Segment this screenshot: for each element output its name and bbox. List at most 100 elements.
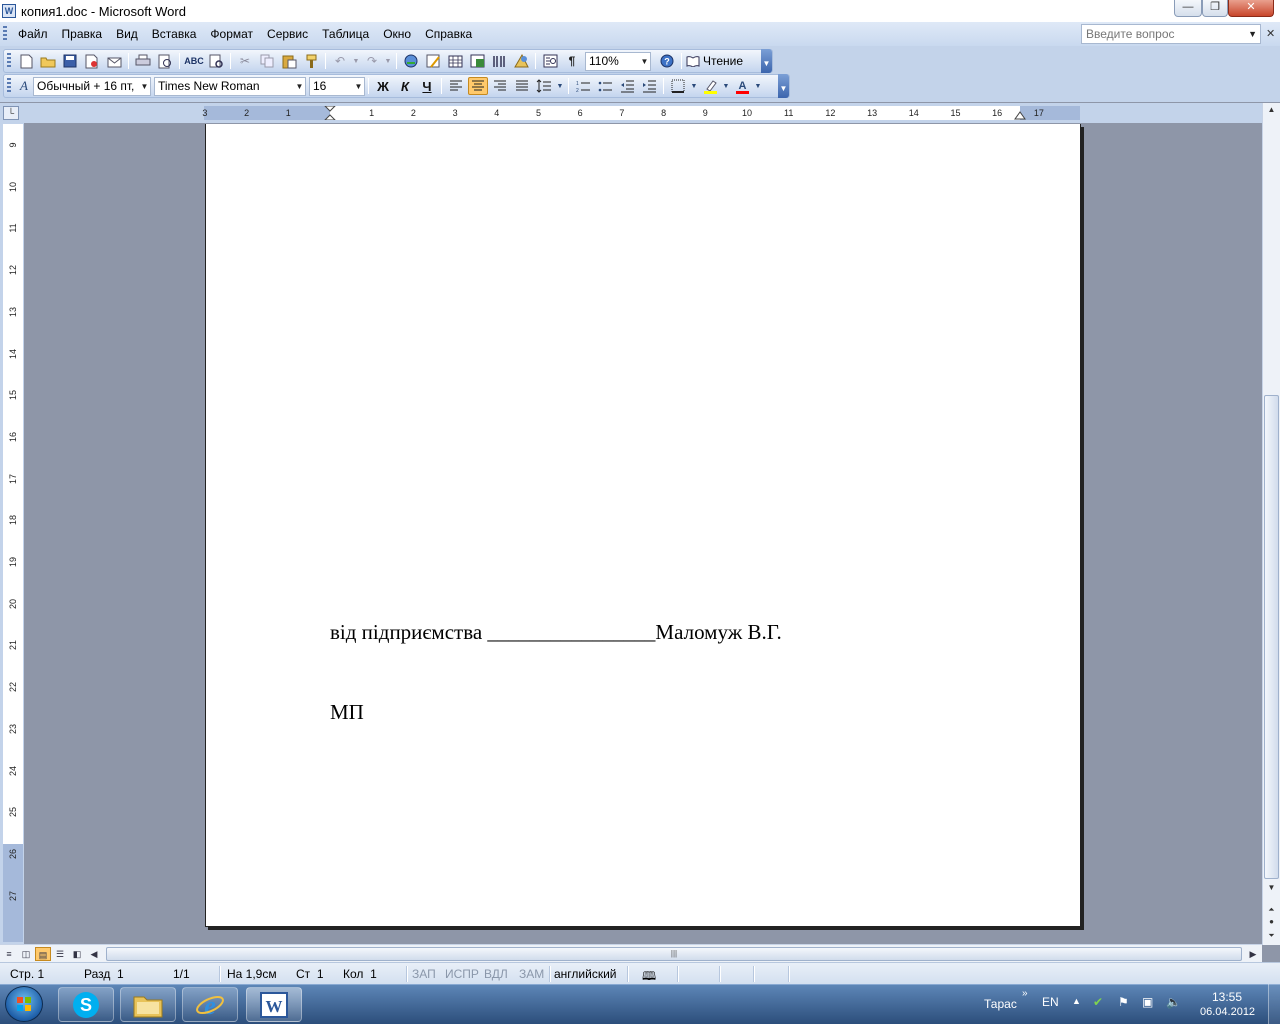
vertical-scrollbar[interactable]: ▲ ▼ ⏶ ● ⏷ bbox=[1262, 103, 1280, 945]
increase-indent-icon[interactable] bbox=[639, 77, 659, 95]
drawing-icon[interactable] bbox=[511, 52, 531, 70]
document-map-icon[interactable] bbox=[540, 52, 560, 70]
bold-button[interactable]: Ж bbox=[373, 77, 393, 95]
action-center-flag-icon[interactable]: ⚑ bbox=[1118, 995, 1129, 1009]
columns-icon[interactable] bbox=[489, 52, 509, 70]
zoom-select[interactable]: 110% ▼ bbox=[585, 51, 651, 71]
minimize-button[interactable]: — bbox=[1174, 0, 1202, 17]
permission-icon[interactable] bbox=[82, 52, 102, 70]
next-page-button[interactable]: ⏷ bbox=[1264, 929, 1279, 943]
toolbar-options-button[interactable]: ▼ bbox=[761, 49, 772, 73]
horizontal-ruler[interactable]: 3 2 1 1 2 3 4 5 6 7 8 9 10 11 12 13 14 15 16 17 bbox=[202, 105, 1080, 121]
status-extend[interactable]: ВДЛ bbox=[484, 967, 508, 981]
line-spacing-icon[interactable] bbox=[534, 77, 554, 95]
word-app-icon[interactable]: W bbox=[2, 4, 16, 18]
status-overtype[interactable]: ЗАМ bbox=[519, 967, 544, 981]
menu-insert[interactable]: Вставка bbox=[145, 22, 204, 46]
chevron-down-icon[interactable]: ▼ bbox=[352, 52, 360, 70]
chevron-down-icon[interactable]: ▼ bbox=[384, 52, 392, 70]
browse-object-button[interactable]: ● bbox=[1264, 915, 1279, 929]
format-painter-icon[interactable] bbox=[301, 52, 321, 70]
vertical-ruler[interactable]: 9 10 11 12 13 14 15 16 17 18 19 20 21 22 23 24 25 26 27 bbox=[3, 124, 23, 942]
document-page[interactable]: від підприємства ________________Маломуж… bbox=[205, 124, 1081, 927]
show-hidden-icons-icon[interactable]: ▲ bbox=[1072, 996, 1081, 1006]
style-select[interactable]: Обычный + 16 пт, ▼ bbox=[33, 76, 151, 96]
scroll-up-button[interactable]: ▲ bbox=[1264, 103, 1279, 117]
chevron-down-icon[interactable]: ▼ bbox=[690, 77, 698, 95]
open-folder-icon[interactable] bbox=[38, 52, 58, 70]
menu-format[interactable]: Формат bbox=[203, 22, 260, 46]
justify-icon[interactable] bbox=[512, 77, 532, 95]
stamp-placeholder[interactable]: МП bbox=[330, 700, 364, 725]
scroll-right-button[interactable]: ▶ bbox=[1245, 947, 1261, 961]
volume-icon[interactable]: 🔈 bbox=[1166, 995, 1181, 1009]
normal-view-icon[interactable]: ≡ bbox=[1, 947, 17, 961]
menu-edit[interactable]: Правка bbox=[55, 22, 110, 46]
print-preview-icon[interactable] bbox=[155, 52, 175, 70]
right-indent-marker[interactable] bbox=[1014, 108, 1026, 120]
menu-window[interactable]: Окно bbox=[376, 22, 418, 46]
email-icon[interactable] bbox=[104, 52, 124, 70]
security-shield-icon[interactable]: ✔ bbox=[1093, 995, 1103, 1009]
scroll-down-button[interactable]: ▼ bbox=[1264, 881, 1279, 895]
start-button[interactable] bbox=[5, 986, 43, 1022]
styles-formatting-icon[interactable]: A bbox=[16, 77, 32, 95]
tray-language[interactable]: EN bbox=[1042, 995, 1059, 1009]
tables-borders-icon[interactable] bbox=[423, 52, 443, 70]
vertical-scroll-thumb[interactable] bbox=[1264, 395, 1279, 879]
show-hide-marks-icon[interactable]: ¶ bbox=[562, 52, 582, 70]
spelling-icon[interactable]: ABC bbox=[184, 52, 204, 70]
insert-table-icon[interactable] bbox=[445, 52, 465, 70]
restore-button[interactable]: ❐ bbox=[1202, 0, 1228, 17]
status-language[interactable]: английский bbox=[554, 967, 616, 981]
print-layout-icon[interactable]: ▤ bbox=[35, 946, 51, 961]
outline-view-icon[interactable]: ☰ bbox=[52, 947, 68, 961]
italic-button[interactable]: К bbox=[395, 77, 415, 95]
redo-icon[interactable]: ↷ bbox=[362, 52, 382, 70]
menu-table[interactable]: Таблица bbox=[315, 22, 376, 46]
taskbar-word[interactable]: W bbox=[246, 987, 302, 1022]
tray-user[interactable]: Тарас bbox=[984, 997, 1017, 1011]
indent-marker[interactable] bbox=[323, 105, 337, 121]
close-document-button[interactable]: ✕ bbox=[1266, 27, 1275, 40]
help-icon[interactable]: ? bbox=[657, 52, 677, 70]
menu-tools[interactable]: Сервис bbox=[260, 22, 315, 46]
horizontal-scroll-thumb[interactable]: ||| bbox=[106, 947, 1242, 961]
font-size-select[interactable]: 16 ▼ bbox=[309, 76, 365, 96]
paste-icon[interactable] bbox=[279, 52, 299, 70]
taskbar-internet-explorer[interactable]: e bbox=[182, 987, 238, 1022]
web-view-icon[interactable]: ◫ bbox=[18, 947, 34, 961]
align-center-icon[interactable] bbox=[468, 77, 488, 95]
cut-icon[interactable]: ✂ bbox=[235, 52, 255, 70]
chevron-down-icon[interactable]: ▼ bbox=[754, 77, 762, 95]
toolbar-grip[interactable] bbox=[7, 78, 11, 94]
close-button[interactable]: ✕ bbox=[1228, 0, 1274, 17]
toolbar-grip[interactable] bbox=[7, 53, 11, 69]
hyperlink-icon[interactable] bbox=[401, 52, 421, 70]
tab-selector-button[interactable]: └ bbox=[3, 106, 19, 120]
scroll-left-button[interactable]: ◀ bbox=[86, 947, 102, 961]
font-select[interactable]: Times New Roman ▼ bbox=[154, 76, 306, 96]
help-search-input[interactable]: Введите вопрос ▼ bbox=[1081, 24, 1261, 44]
menu-grip[interactable] bbox=[3, 26, 7, 42]
highlight-icon[interactable] bbox=[700, 77, 720, 95]
status-record-macro[interactable]: ЗАП bbox=[412, 967, 436, 981]
underline-button[interactable]: Ч bbox=[417, 77, 437, 95]
save-icon[interactable] bbox=[60, 52, 80, 70]
numbering-icon[interactable]: 12 bbox=[573, 77, 593, 95]
chevron-down-icon[interactable]: ▼ bbox=[722, 77, 730, 95]
research-icon[interactable] bbox=[206, 52, 226, 70]
copy-icon[interactable] bbox=[257, 52, 277, 70]
taskbar-explorer[interactable] bbox=[120, 987, 176, 1022]
new-document-icon[interactable] bbox=[16, 52, 36, 70]
borders-icon[interactable] bbox=[668, 77, 688, 95]
reading-view-icon[interactable]: ◧ bbox=[69, 947, 85, 961]
undo-icon[interactable]: ↶ bbox=[330, 52, 350, 70]
taskbar-skype[interactable]: S bbox=[58, 987, 114, 1022]
align-right-icon[interactable] bbox=[490, 77, 510, 95]
menu-file[interactable]: Файл bbox=[11, 22, 55, 46]
chevron-down-icon[interactable]: ▼ bbox=[556, 77, 564, 95]
clock-time[interactable]: 13:55 bbox=[1212, 990, 1242, 1004]
decrease-indent-icon[interactable] bbox=[617, 77, 637, 95]
chevron-down-icon[interactable]: ▼ bbox=[139, 78, 150, 95]
